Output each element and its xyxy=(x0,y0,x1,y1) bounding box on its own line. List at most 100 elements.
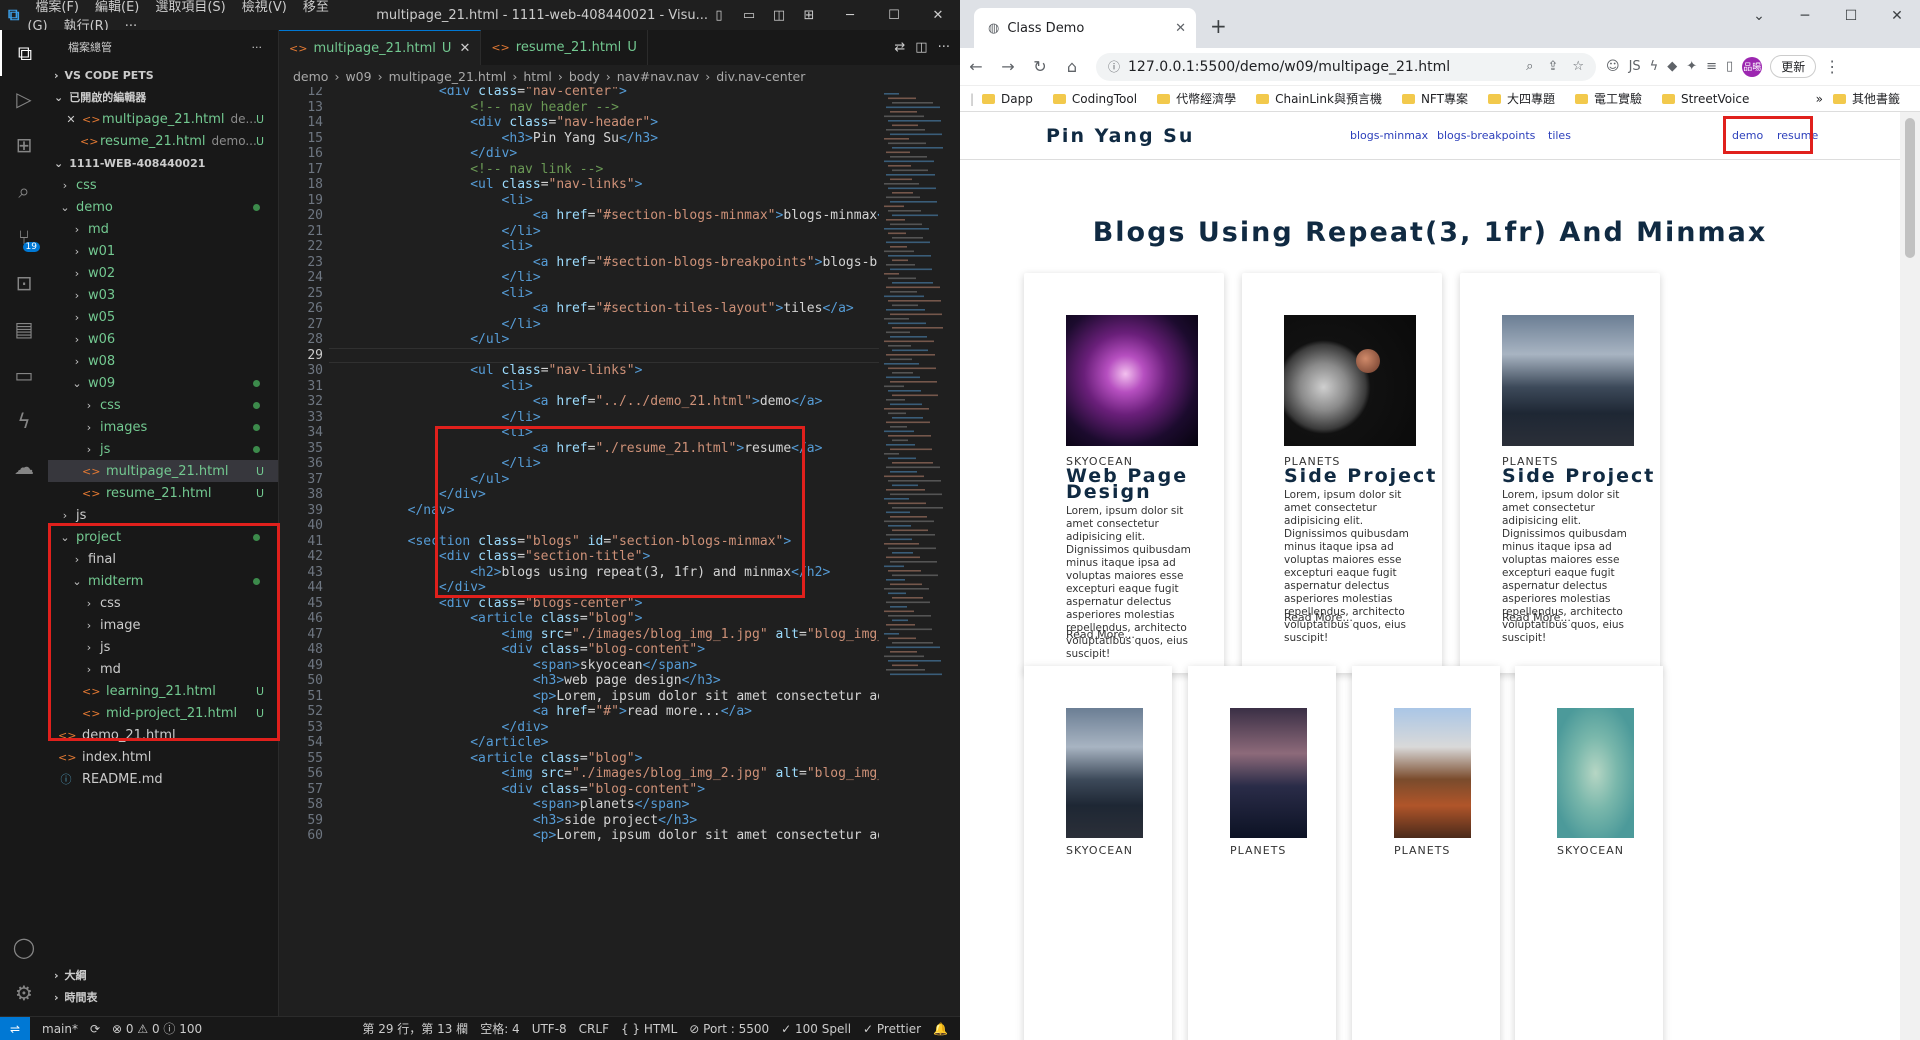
explorer-icon[interactable]: ⧉ xyxy=(0,30,48,76)
chrome-menu-icon[interactable]: ⋮ xyxy=(1816,57,1848,76)
editor-more-icon[interactable]: ··· xyxy=(938,40,950,55)
section-outline[interactable]: › 大綱 xyxy=(48,964,279,986)
menu-item[interactable]: 選取項目(S) xyxy=(147,0,233,15)
account-icon[interactable]: ◯ xyxy=(0,924,48,970)
folder-item[interactable]: › css xyxy=(48,174,278,196)
nav-link-resume[interactable]: resume xyxy=(1777,129,1818,142)
settings-gear-icon[interactable]: ⚙ xyxy=(0,970,48,1016)
editor-tab[interactable]: <> multipage_21.html U ✕ xyxy=(279,30,482,65)
terminal-icon[interactable]: ▭ xyxy=(0,352,48,398)
bookmark-item[interactable]: StreetVoice xyxy=(1661,92,1749,106)
spell-status[interactable]: ✓ 100 Spell xyxy=(781,1022,851,1036)
scrollbar-thumb[interactable] xyxy=(1905,118,1915,258)
back-icon[interactable]: ← xyxy=(960,57,992,76)
branch-status[interactable]: main* xyxy=(42,1022,78,1036)
nav-link-blogs-minmax[interactable]: blogs-minmax xyxy=(1350,129,1428,142)
section-pets[interactable]: › VS CODE PETS xyxy=(48,64,278,86)
breadcrumb-item[interactable]: demo xyxy=(293,69,328,84)
encoding-status[interactable]: UTF-8 xyxy=(532,1022,567,1036)
folder-item[interactable]: ⌄ w09 xyxy=(48,372,278,394)
folder-item[interactable]: › js xyxy=(48,504,278,526)
bookmark-item[interactable]: Dapp xyxy=(982,92,1033,106)
layout-panel-icon[interactable]: ▭ xyxy=(738,8,760,23)
reload-icon[interactable]: ↻ xyxy=(1024,57,1056,76)
folder-item[interactable]: › w08 xyxy=(48,350,278,372)
other-bookmarks[interactable]: 其他書籤 xyxy=(1832,90,1900,107)
bookmark-item[interactable]: CodingTool xyxy=(1052,92,1137,106)
file-item[interactable]: <> index.html xyxy=(48,746,278,768)
file-item[interactable]: <> resume_21.html U xyxy=(48,482,278,504)
split-editor-icon[interactable]: ◫ xyxy=(915,40,927,55)
nav-link-demo[interactable]: demo xyxy=(1732,129,1763,142)
open-editor-item[interactable]: <> resume_21.html demo... U xyxy=(48,130,278,152)
folder-item[interactable]: › w06 xyxy=(48,328,278,350)
chrome-close-button[interactable]: ✕ xyxy=(1874,0,1920,32)
site-info-icon[interactable]: ⓘ xyxy=(1108,58,1120,75)
home-icon[interactable]: ⌂ xyxy=(1056,57,1088,76)
docker-icon[interactable]: ☁ xyxy=(0,444,48,490)
profile-avatar[interactable]: 品暘 xyxy=(1742,56,1763,77)
nav-link-blogs-breakpoints[interactable]: blogs-breakpoints xyxy=(1437,129,1535,142)
layout-sidebar-icon[interactable]: ▯ xyxy=(708,8,730,23)
maximize-button[interactable]: ☐ xyxy=(872,8,916,23)
prettier-status[interactable]: ✓ Prettier xyxy=(863,1022,921,1036)
code-editor[interactable]: 12 <div class="nav-center"> 13 <!-- nav h… xyxy=(279,87,879,1016)
close-editor-icon[interactable]: ✕ xyxy=(64,113,78,126)
notebook-icon[interactable]: ▤ xyxy=(0,306,48,352)
bookmark-item[interactable]: 電工實驗 xyxy=(1574,90,1642,107)
folder-item[interactable]: › images xyxy=(48,416,278,438)
new-tab-button[interactable]: + xyxy=(1210,14,1227,38)
folder-item[interactable]: › w03 xyxy=(48,284,278,306)
extensions-puzzle-icon[interactable]: ✦ xyxy=(1686,59,1697,74)
folder-item[interactable]: › w02 xyxy=(48,262,278,284)
breadcrumb-item[interactable]: w09 xyxy=(345,69,371,84)
extension-js-icon[interactable]: JS xyxy=(1629,59,1641,74)
zoom-icon[interactable]: ⌕ xyxy=(1526,59,1533,74)
share-icon[interactable]: ⇪ xyxy=(1547,59,1558,74)
read-more-link[interactable]: Read More... xyxy=(1502,611,1571,624)
lightning-icon[interactable]: ϟ xyxy=(0,398,48,444)
folder-item[interactable]: › md xyxy=(48,658,278,680)
file-item[interactable]: <> multipage_21.html U xyxy=(48,460,278,482)
tab-search-icon[interactable]: ⌄ xyxy=(1736,0,1782,32)
chrome-maximize-button[interactable]: ☐ xyxy=(1828,0,1874,32)
menu-item[interactable]: 檢視(V) xyxy=(234,0,295,15)
folder-item[interactable]: ⌄ project xyxy=(48,526,278,548)
remote-explorer-icon[interactable]: ⊡ xyxy=(0,260,48,306)
section-open-editors[interactable]: ⌄ 已開啟的編輯器 xyxy=(48,86,278,108)
folder-item[interactable]: › w01 xyxy=(48,240,278,262)
close-tab-icon[interactable]: ✕ xyxy=(459,41,470,56)
breadcrumb-item[interactable]: multipage_21.html xyxy=(389,69,507,84)
bookmark-star-icon[interactable]: ☆ xyxy=(1572,59,1584,74)
minimap[interactable] xyxy=(880,87,955,1016)
folder-item[interactable]: › css xyxy=(48,592,278,614)
language-status[interactable]: { } HTML xyxy=(621,1022,677,1036)
file-item[interactable]: <> learning_21.html U xyxy=(48,680,278,702)
update-button[interactable]: 更新 xyxy=(1770,55,1817,78)
read-more-link[interactable]: Read More... xyxy=(1284,611,1353,624)
chrome-minimize-button[interactable]: ─ xyxy=(1782,0,1828,32)
folder-item[interactable]: ⌄ midterm xyxy=(48,570,278,592)
reading-list-icon[interactable]: ≡ xyxy=(1706,59,1717,74)
browser-tab[interactable]: ◍ Class Demo ✕ xyxy=(974,8,1196,48)
file-item[interactable]: <> mid-project_21.html U xyxy=(48,702,278,724)
bookmark-item[interactable]: ChainLink與預言機 xyxy=(1256,90,1382,107)
bookmark-item[interactable]: 大四專題 xyxy=(1487,90,1555,107)
folder-item[interactable]: ⌄ demo xyxy=(48,196,278,218)
breadcrumb-item[interactable]: nav#nav.nav xyxy=(617,69,699,84)
editor-tab[interactable]: <> resume_21.html U xyxy=(481,30,648,65)
file-item[interactable]: <> demo_21.html xyxy=(48,724,278,746)
section-workspace[interactable]: ⌄ 1111-WEB-408440021 xyxy=(48,152,278,174)
page-scrollbar[interactable] xyxy=(1900,112,1920,1040)
side-panel-icon[interactable]: ▯ xyxy=(1726,59,1733,74)
bookmark-item[interactable]: NFT專案 xyxy=(1401,90,1468,107)
section-timeline[interactable]: › 時間表 xyxy=(48,986,279,1008)
folder-item[interactable]: › image xyxy=(48,614,278,636)
folder-item[interactable]: › final xyxy=(48,548,278,570)
extension-bolt-icon[interactable]: ϟ xyxy=(1650,59,1659,74)
bookmark-item[interactable]: 代幣經濟學 xyxy=(1157,90,1236,107)
problems-status[interactable]: ⊗ 0 ⚠ 0 ⓘ 100 xyxy=(112,1020,202,1037)
compare-icon[interactable]: ⇄ xyxy=(894,40,905,55)
menu-item[interactable]: 檔案(F) xyxy=(27,0,87,15)
more-actions-icon[interactable]: ··· xyxy=(252,41,263,54)
